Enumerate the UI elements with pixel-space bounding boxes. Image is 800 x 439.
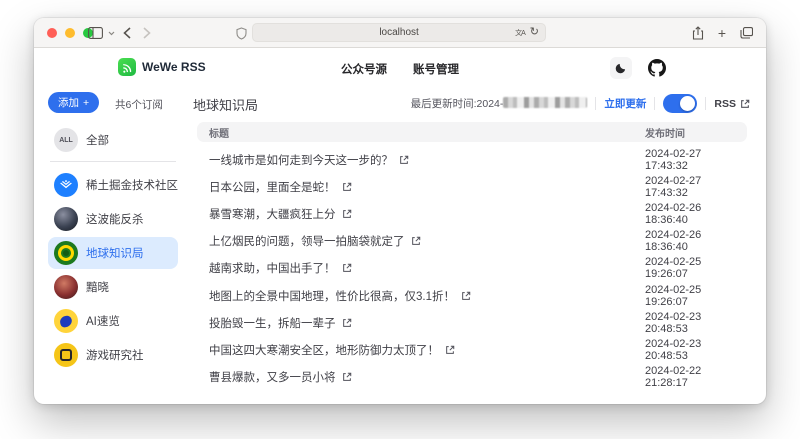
- translate-icon[interactable]: 文A: [515, 28, 525, 38]
- sidebar-toggle-icon[interactable]: [86, 18, 104, 48]
- article-link[interactable]: 越南求助，中国出手了！: [197, 260, 352, 276]
- url-text[interactable]: localhost: [253, 27, 515, 38]
- table-row: 一线城市是如何走到今天这一步的？ 2024-02-27 17:43:32: [197, 146, 747, 173]
- publish-time: 2024-02-25 19:26:07: [645, 284, 747, 308]
- feed-list: ALL 全部 稀土掘金技术社区 这波能反杀 地球知识局 黯晓: [48, 124, 178, 373]
- publish-time: 2024-02-27 17:43:32: [645, 148, 747, 172]
- external-link-icon: [342, 182, 352, 192]
- sidebar-item-fankill[interactable]: 这波能反杀: [48, 203, 178, 235]
- add-feed-button[interactable]: 添加 +: [48, 92, 99, 113]
- sidebar-item-all[interactable]: ALL 全部: [48, 124, 178, 156]
- browser-window: localhost 文A ↻ + WeWe RSS: [34, 18, 766, 404]
- minimize-window-button[interactable]: [65, 28, 75, 38]
- avatar-ai: [54, 309, 78, 333]
- forward-button[interactable]: [140, 18, 154, 48]
- feed-title: 地球知识局: [193, 95, 258, 114]
- avatar-juejin: [54, 173, 78, 197]
- table-row: 上亿烟民的问题，领导一拍脑袋就定了 2024-02-26 18:36:40: [197, 228, 747, 255]
- refresh-now-link[interactable]: 立即更新: [604, 96, 646, 111]
- table-row: 暴雪寒潮，大疆疯狂上分 2024-02-26 18:36:40: [197, 200, 747, 227]
- address-bar[interactable]: localhost 文A ↻: [252, 23, 546, 42]
- avatar-all: ALL: [54, 128, 78, 152]
- table-row: 日本公园，里面全是蛇！ 2024-02-27 17:43:32: [197, 173, 747, 200]
- publish-time: 2024-02-23 20:48:53: [645, 338, 747, 362]
- article-link[interactable]: 中国这四大寒潮安全区，地形防御力太顶了！: [197, 342, 455, 358]
- app-header: WeWe RSS 公众号源 账号管理: [34, 48, 766, 86]
- external-link-icon: [342, 209, 352, 219]
- article-link[interactable]: 上亿烟民的问题，领导一拍脑袋就定了: [197, 233, 421, 249]
- article-link[interactable]: 一线城市是如何走到今天这一步的？: [197, 152, 409, 168]
- sidebar-item-diqiu-selected[interactable]: 地球知识局: [48, 237, 178, 269]
- avatar-game: [54, 343, 78, 367]
- table-row: 中国这四大寒潮安全区，地形防御力太顶了！ 2024-02-23 20:48:53: [197, 336, 747, 363]
- nav-item-sources[interactable]: 公众号源: [341, 61, 387, 77]
- sidebar-item-ai[interactable]: AI速览: [48, 305, 178, 337]
- publish-time: 2024-02-25 19:26:07: [645, 256, 747, 280]
- external-link-icon: [342, 263, 352, 273]
- publish-time: 2024-02-23 20:48:53: [645, 311, 747, 335]
- rss-link[interactable]: RSS: [714, 98, 750, 110]
- avatar-anxiao: [54, 275, 78, 299]
- feed-controls: 最后更新时间:2024- 立即更新 RSS: [411, 94, 750, 113]
- external-link-icon: [445, 345, 455, 355]
- privacy-shield-icon[interactable]: [234, 18, 248, 48]
- sidebar-item-anxiao[interactable]: 黯晓: [48, 271, 178, 303]
- avatar-fankill: [54, 207, 78, 231]
- moon-icon: [615, 62, 627, 74]
- article-link[interactable]: 投胎毁一生，拆船一辈子: [197, 315, 352, 331]
- publish-time: 2024-02-26 18:36:40: [645, 229, 747, 253]
- external-link-icon: [411, 236, 421, 246]
- column-title: 标题: [197, 125, 229, 140]
- external-link-icon: [342, 372, 352, 382]
- nav-item-accounts[interactable]: 账号管理: [413, 61, 459, 77]
- table-header: 标题 发布时间: [197, 122, 747, 142]
- external-link-icon: [399, 155, 409, 165]
- table-row: 曹县爆款，又多一员小将 2024-02-22 21:28:17: [197, 364, 747, 391]
- publish-time: 2024-02-26 18:36:40: [645, 202, 747, 226]
- last-update-label: 最后更新时间:2024-: [411, 96, 588, 111]
- table-row: 投胎毁一生，拆船一辈子 2024-02-23 20:48:53: [197, 309, 747, 336]
- plus-icon: +: [83, 97, 89, 109]
- table-row: 越南求助，中国出手了！ 2024-02-25 19:26:07: [197, 255, 747, 282]
- article-table: 标题 发布时间 一线城市是如何走到今天这一步的？ 2024-02-27 17:4…: [197, 122, 747, 391]
- publish-time: 2024-02-27 17:43:32: [645, 175, 747, 199]
- article-link[interactable]: 地图上的全景中国地理，性价比很高，仅3.1折！: [197, 288, 471, 304]
- github-icon: [648, 59, 666, 77]
- publish-time: 2024-02-22 21:28:17: [645, 365, 747, 389]
- external-link-icon: [342, 318, 352, 328]
- avatar-diqiu: [54, 241, 78, 265]
- tab-overview-icon[interactable]: [738, 18, 754, 48]
- table-row: 地图上的全景中国地理，性价比很高，仅3.1折！ 2024-02-25 19:26…: [197, 282, 747, 309]
- subscription-count: 共6个订阅: [115, 97, 163, 112]
- sidebar-item-game[interactable]: 游戏研究社: [48, 339, 178, 371]
- external-link-icon: [461, 291, 471, 301]
- article-link[interactable]: 曹县爆款，又多一员小将: [197, 369, 352, 385]
- column-time: 发布时间: [645, 125, 685, 140]
- github-link[interactable]: [648, 59, 666, 77]
- browser-toolbar: localhost 文A ↻ +: [34, 18, 766, 48]
- table-rows: 一线城市是如何走到今天这一步的？ 2024-02-27 17:43:32 日本公…: [197, 146, 747, 391]
- chevron-down-icon[interactable]: [106, 18, 116, 48]
- auto-update-toggle[interactable]: [663, 94, 697, 113]
- reload-icon[interactable]: ↻: [530, 27, 539, 38]
- article-link[interactable]: 日本公园，里面全是蛇！: [197, 179, 352, 195]
- redacted-timestamp: [503, 97, 587, 108]
- dark-mode-toggle[interactable]: [610, 57, 632, 79]
- external-link-icon: [740, 99, 750, 109]
- close-window-button[interactable]: [47, 28, 57, 38]
- share-icon[interactable]: [690, 18, 706, 48]
- divider: [50, 161, 176, 162]
- article-link[interactable]: 暴雪寒潮，大疆疯狂上分: [197, 206, 352, 222]
- back-button[interactable]: [120, 18, 134, 48]
- sidebar-item-juejin[interactable]: 稀土掘金技术社区: [48, 169, 178, 201]
- new-tab-button[interactable]: +: [714, 18, 730, 48]
